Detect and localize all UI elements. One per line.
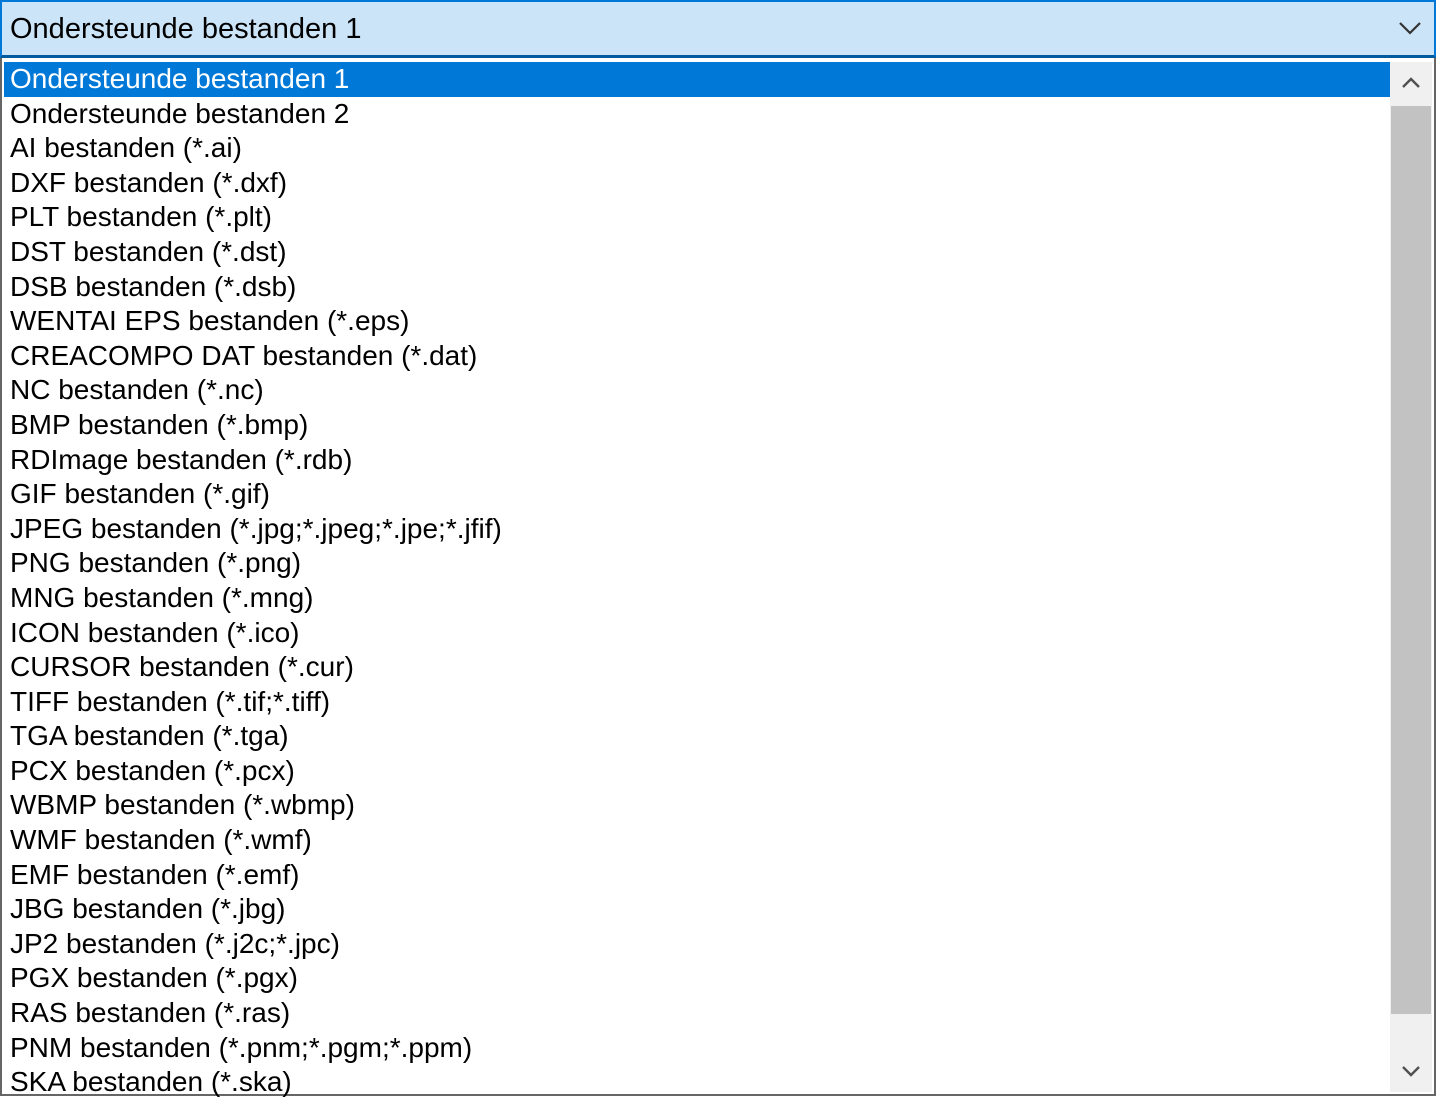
list-item[interactable]: DSB bestanden (*.dsb) (4, 270, 1390, 305)
list-item[interactable]: GIF bestanden (*.gif) (4, 477, 1390, 512)
scroll-thumb[interactable] (1391, 106, 1431, 1014)
combobox-field[interactable]: Ondersteunde bestanden 1 (0, 0, 1436, 58)
list-item[interactable]: BMP bestanden (*.bmp) (4, 408, 1390, 443)
list-item-selected[interactable]: Ondersteunde bestanden 1 (4, 62, 1390, 97)
chevron-down-icon[interactable] (1396, 14, 1424, 42)
list-item[interactable]: TGA bestanden (*.tga) (4, 719, 1390, 754)
list-item[interactable]: PLT bestanden (*.plt) (4, 200, 1390, 235)
list-item[interactable]: MNG bestanden (*.mng) (4, 581, 1390, 616)
list-item[interactable]: CURSOR bestanden (*.cur) (4, 650, 1390, 685)
list-item[interactable]: RDImage bestanden (*.rdb) (4, 443, 1390, 478)
list-item[interactable]: JPEG bestanden (*.jpg;*.jpeg;*.jpe;*.jfi… (4, 512, 1390, 547)
list-item[interactable]: JP2 bestanden (*.j2c;*.jpc) (4, 927, 1390, 962)
list-item[interactable]: CREACOMPO DAT bestanden (*.dat) (4, 339, 1390, 374)
list-item[interactable]: AI bestanden (*.ai) (4, 131, 1390, 166)
list-item[interactable]: PNM bestanden (*.pnm;*.pgm;*.ppm) (4, 1031, 1390, 1066)
list-item[interactable]: EMF bestanden (*.emf) (4, 858, 1390, 893)
combobox-selected-value: Ondersteunde bestanden 1 (10, 13, 362, 45)
list-item[interactable]: PNG bestanden (*.png) (4, 546, 1390, 581)
list-item[interactable]: TIFF bestanden (*.tif;*.tiff) (4, 685, 1390, 720)
dropdown-list-panel: Ondersteunde bestanden 1 Ondersteunde bes… (0, 58, 1436, 1097)
list-item[interactable]: ICON bestanden (*.ico) (4, 616, 1390, 651)
list-item[interactable]: WBMP bestanden (*.wbmp) (4, 788, 1390, 823)
chevron-down-icon (1402, 1066, 1420, 1077)
scroll-down-button[interactable] (1390, 1050, 1432, 1092)
scroll-up-button[interactable] (1390, 62, 1432, 104)
chevron-up-icon (1402, 77, 1420, 88)
list-item[interactable]: DST bestanden (*.dst) (4, 235, 1390, 270)
list-item[interactable]: WENTAI EPS bestanden (*.eps) (4, 304, 1390, 339)
list-item[interactable]: Ondersteunde bestanden 2 (4, 97, 1390, 132)
list-item[interactable]: PGX bestanden (*.pgx) (4, 961, 1390, 996)
list-item[interactable]: SKA bestanden (*.ska) (4, 1065, 1390, 1100)
list-item[interactable]: RAS bestanden (*.ras) (4, 996, 1390, 1031)
list-item[interactable]: DXF bestanden (*.dxf) (4, 166, 1390, 201)
list-item[interactable]: JBG bestanden (*.jbg) (4, 892, 1390, 927)
list-item[interactable]: PCX bestanden (*.pcx) (4, 754, 1390, 789)
file-type-combobox[interactable]: Ondersteunde bestanden 1 Ondersteunde be… (0, 0, 1436, 1097)
vertical-scrollbar[interactable] (1390, 62, 1432, 1092)
list-item[interactable]: WMF bestanden (*.wmf) (4, 823, 1390, 858)
list-item[interactable]: NC bestanden (*.nc) (4, 373, 1390, 408)
option-list: Ondersteunde bestanden 1 Ondersteunde bes… (4, 62, 1390, 1100)
